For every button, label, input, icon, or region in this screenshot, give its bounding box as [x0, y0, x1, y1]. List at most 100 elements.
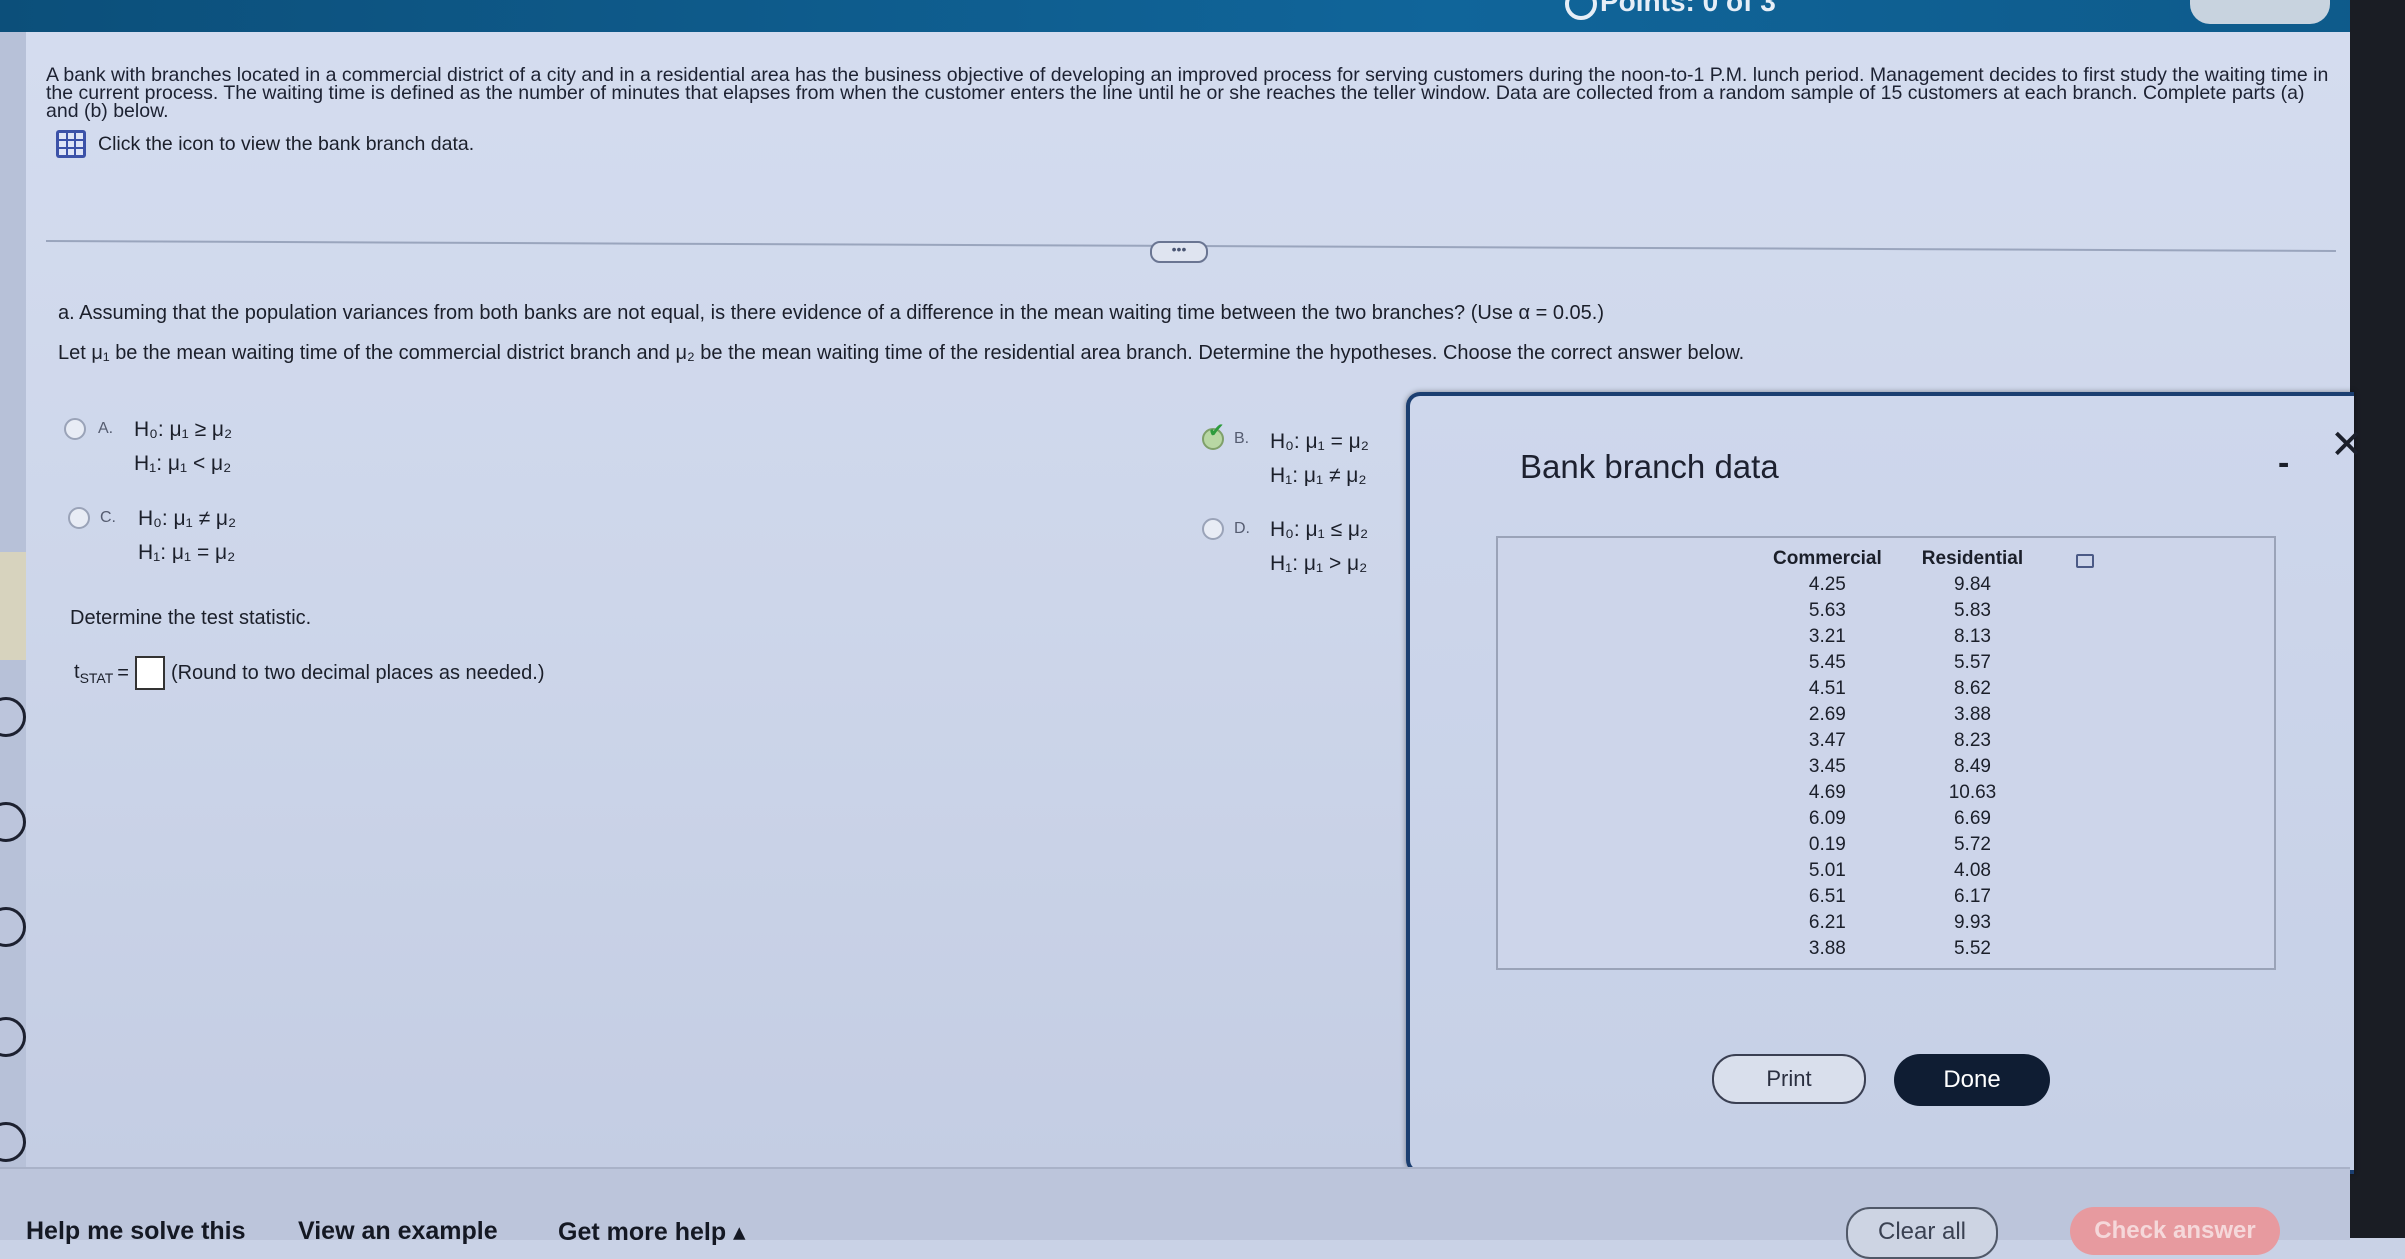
- choice-d-radio[interactable]: [1202, 518, 1224, 540]
- residential-value: 6.69: [1953, 808, 1991, 829]
- table-row: 4.25 9.84: [1753, 572, 2043, 598]
- check-answer-button[interactable]: Check answer: [2070, 1207, 2280, 1255]
- table-row: 6.21 9.93: [1753, 910, 2043, 936]
- done-button[interactable]: Done: [1894, 1054, 2050, 1106]
- choice-c-letter: C.: [100, 509, 116, 526]
- residential-value: 8.62: [1953, 678, 1991, 699]
- choice-b-h0: H₀: μ₁ = μ₂: [1270, 430, 1369, 453]
- commercial-value: 6.09: [1808, 808, 1846, 829]
- choice-c-h1: H₁: μ₁ = μ₂: [138, 541, 236, 564]
- residential-value: 9.93: [1953, 912, 1991, 933]
- question-nav-ring[interactable]: [0, 697, 26, 737]
- save-button[interactable]: [2190, 0, 2330, 24]
- choice-a-radio[interactable]: [64, 418, 86, 440]
- commercial-value: 5.45: [1808, 652, 1846, 673]
- choice-a-letter: A.: [98, 420, 114, 437]
- table-row: 2.69 3.88: [1753, 702, 2043, 728]
- choice-d-h0: H₀: μ₁ ≤ μ₂: [1270, 518, 1369, 541]
- choice-a-h1: H₁: μ₁ < μ₂: [134, 452, 232, 475]
- tstat-hint: (Round to two decimal places as needed.): [170, 661, 545, 684]
- bottom-toolbar: Help me solve this View an example Get m…: [0, 1167, 2350, 1259]
- copy-icon[interactable]: [2076, 554, 2094, 568]
- choice-b-letter: B.: [1234, 430, 1250, 447]
- choice-c-radio[interactable]: [68, 507, 90, 529]
- residential-value: 8.23: [1953, 730, 1991, 751]
- points-label: Points: 0 of 3: [1600, 0, 1776, 17]
- commercial-value: 3.47: [1808, 730, 1846, 751]
- choice-d-h1: H₁: μ₁ > μ₂: [1270, 552, 1368, 575]
- commercial-value: 3.21: [1808, 626, 1846, 647]
- question-nav-ring[interactable]: [0, 907, 26, 947]
- bank-data-dialog: Bank branch data - ✕ Commercial Resident…: [1406, 392, 2364, 1174]
- points-circle-icon: [1565, 0, 1597, 20]
- residential-value: 5.83: [1953, 600, 1991, 621]
- choice-b-h1: H₁: μ₁ ≠ μ₂: [1270, 464, 1367, 487]
- window-edge: [2350, 0, 2405, 1238]
- column-header-commercial: Commercial: [1773, 548, 1882, 569]
- view-example-link[interactable]: View an example: [298, 1217, 498, 1246]
- part-a-instructions: Let μ₁ be the mean waiting time of the c…: [58, 342, 1745, 364]
- data-table-frame: Commercial Residential 4.25 9.84 5.63 5.83 3…: [1496, 536, 2276, 970]
- table-row: 5.01 4.08: [1753, 858, 2043, 884]
- tstat-symbol: tSTAT: [74, 660, 114, 686]
- table-row: 3.88 5.52: [1753, 936, 2043, 962]
- residential-value: 3.88: [1953, 704, 1991, 725]
- part-a-question: a. Assuming that the population variance…: [58, 302, 1604, 324]
- residential-value: 6.17: [1953, 886, 1991, 907]
- data-link-text: Click the icon to view the bank branch d…: [98, 132, 475, 155]
- table-row: 6.09 6.69: [1753, 806, 2043, 832]
- commercial-value: 5.01: [1808, 860, 1846, 881]
- question-nav-ring[interactable]: [0, 1122, 26, 1162]
- residential-value: 9.84: [1953, 574, 1991, 595]
- question-nav-ring[interactable]: [0, 1017, 26, 1057]
- column-header-residential: Residential: [1921, 548, 2024, 569]
- commercial-value: 3.88: [1808, 938, 1846, 959]
- test-statistic-label: Determine the test statistic.: [70, 607, 312, 629]
- table-row: 6.51 6.17: [1753, 884, 2043, 910]
- table-row: 3.47 8.23: [1753, 728, 2043, 754]
- dialog-title: Bank branch data: [1520, 448, 1779, 485]
- bank-data-table: Commercial Residential 4.25 9.84 5.63 5.83 3…: [1753, 546, 2043, 962]
- help-solve-link[interactable]: Help me solve this: [26, 1217, 246, 1246]
- commercial-value: 6.51: [1808, 886, 1846, 907]
- minimize-icon[interactable]: -: [2278, 444, 2289, 483]
- residential-value: 4.08: [1953, 860, 1991, 881]
- commercial-value: 3.45: [1808, 756, 1846, 777]
- table-row: 4.69 10.63: [1753, 780, 2043, 806]
- tstat-input[interactable]: [134, 656, 165, 690]
- commercial-value: 4.69: [1808, 782, 1846, 803]
- table-row: 0.19 5.72: [1753, 832, 2043, 858]
- clear-all-button[interactable]: Clear all: [1846, 1207, 1998, 1259]
- tstat-equals: =: [117, 661, 129, 684]
- commercial-value: 5.63: [1808, 600, 1846, 621]
- table-row: 5.63 5.83: [1753, 598, 2043, 624]
- commercial-value: 2.69: [1808, 704, 1846, 725]
- table-row: 4.51 8.62: [1753, 676, 2043, 702]
- print-button[interactable]: Print: [1712, 1054, 1866, 1104]
- residential-value: 8.13: [1953, 626, 1991, 647]
- more-help-link[interactable]: Get more help ▴: [558, 1217, 746, 1247]
- choice-a-h0: H₀: μ₁ ≥ μ₂: [134, 418, 233, 441]
- residential-value: 5.52: [1953, 938, 1991, 959]
- question-nav-ring[interactable]: [0, 802, 26, 842]
- residential-value: 5.57: [1953, 652, 1991, 673]
- choice-c-h0: H₀: μ₁ ≠ μ₂: [138, 507, 237, 530]
- residential-value: 5.72: [1953, 834, 1991, 855]
- table-row: 3.45 8.49: [1753, 754, 2043, 780]
- table-row: 3.21 8.13: [1753, 624, 2043, 650]
- problem-intro: A bank with branches located in a commer…: [46, 64, 2329, 122]
- choice-d-letter: D.: [1234, 520, 1250, 537]
- data-link[interactable]: Click the icon to view the bank branch d…: [56, 130, 474, 158]
- tstat-row: tSTAT = (Round to two decimal places as …: [74, 656, 545, 690]
- close-icon[interactable]: ✕: [2330, 422, 2364, 468]
- commercial-value: 0.19: [1808, 834, 1846, 855]
- data-table-icon[interactable]: [56, 130, 86, 158]
- expand-button[interactable]: •••: [1150, 241, 1208, 263]
- residential-value: 10.63: [1948, 782, 1997, 803]
- correct-check-icon: ✔: [1208, 420, 1225, 442]
- commercial-value: 6.21: [1808, 912, 1846, 933]
- residential-value: 8.49: [1953, 756, 1991, 777]
- commercial-value: 4.25: [1808, 574, 1846, 595]
- top-bar: Points: 0 of 3: [0, 0, 2405, 32]
- table-row: 5.45 5.57: [1753, 650, 2043, 676]
